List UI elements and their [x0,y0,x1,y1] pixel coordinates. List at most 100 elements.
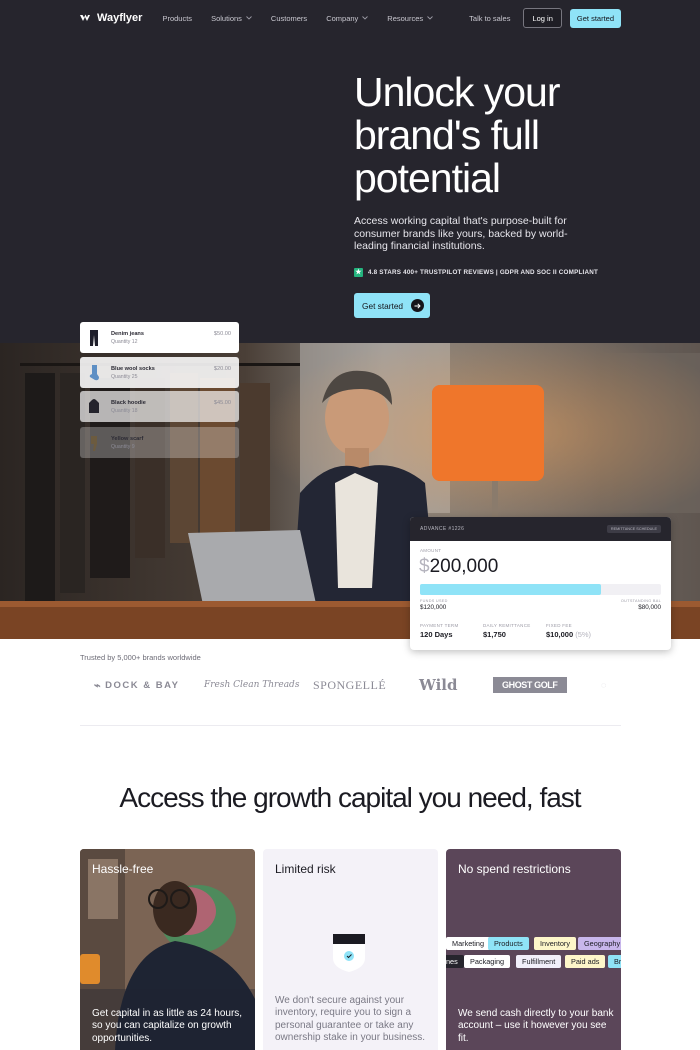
inventory-card: Blue wool socks Quantity 25 $20.00 [80,357,239,388]
advance-card-header: ADVANCE #1226 REMITTANCE SCHEDULE [410,517,671,541]
inventory-qty: Quantity 18 [111,407,138,414]
ghost-golf-logo: GHOST GOLF [493,677,567,693]
inventory-price: $50.00 [213,331,231,337]
daily-remittance-value: $1,750 [483,630,506,639]
card-body: We don't secure against your inventory, … [275,995,426,1043]
card-body: We send cash directly to your bank accou… [458,1008,614,1044]
trusted-by-text: Trusted by 5,000+ brands worldwide [80,653,201,662]
hero-headline: Unlock your brand's full potential [354,69,560,201]
login-button[interactable]: Log in [523,8,562,28]
outstanding-value: $80,000 [638,604,661,611]
shield-icon [333,934,365,972]
fixed-fee-value: $10,000 (5%) [546,630,591,639]
nav-customers-label: Customers [270,13,308,23]
spongelle-logo: SPONGELLÉ [313,677,387,692]
feature-card-no-spend-restrictions: No spend restrictions Marketing Products… [446,849,621,1050]
inventory-card: Black hoodie Quantity 18 $45.00 [80,391,239,422]
amount-label: AMOUNT [420,548,442,553]
top-nav: Wayflyer Products Solutions Customers Co… [80,8,621,28]
card-title: Hassle-free [92,862,154,876]
fixed-fee-percent: (5%) [575,630,592,639]
funds-used-value: $120,000 [420,604,447,611]
advance-card: ADVANCE #1226 REMITTANCE SCHEDULE AMOUNT… [410,517,671,650]
payment-term-label: PAYMENT TERM [420,623,459,628]
currency-symbol: $ [419,556,430,577]
hero-section: Wayflyer Products Solutions Customers Co… [0,0,700,343]
jeans-icon [90,329,98,346]
inventory-qty: Quantity 25 [111,373,138,380]
fixed-fee-label: FIXED FEE [546,623,572,628]
card-title: No spend restrictions [458,862,571,876]
fresh-clean-threads-logo: Fresh Clean Threads [204,680,300,690]
spend-tag: Inventory [534,937,577,950]
nav-solutions-label: Solutions [211,13,242,23]
brand-name: Wayflyer [97,12,143,24]
scarf-icon [91,435,97,451]
spend-tag: Geography [578,937,621,950]
section-divider [80,725,621,726]
arrow-right-icon [411,299,425,312]
dock-and-bay-text: DOCK & BAY [105,679,180,691]
nav-company-label: Company [326,13,359,23]
spend-tag: Packaging [464,955,511,968]
nav-links: Products Solutions Customers Company Res… [162,14,433,23]
spend-tag: nes [446,955,464,968]
nav-customers[interactable]: Customers [271,14,307,23]
remittance-schedule-button[interactable]: REMITTANCE SCHEDULE [606,525,661,533]
outstanding-label: OUTSTANDING BAL [620,599,661,603]
trustpilot-star-icon: ★ [354,268,363,277]
nav-solutions[interactable]: Solutions [211,14,252,23]
progress-fill [420,584,601,595]
sock-icon [89,364,99,380]
inventory-qty: Quantity 9 [111,443,135,450]
features-title: Access the growth capital you need, fast [119,782,581,813]
dock-and-bay-logo: ⌁ DOCK & BAY [94,673,179,697]
spend-tag: Marketing [446,937,491,950]
inventory-card: Yellow scarf Quantity 9 [80,427,239,458]
advance-amount: $200,000 [419,556,498,578]
funds-used-label: FUNDS USED [420,599,448,603]
spend-tag: Products [488,937,529,950]
faded-brand-logo-icon: ◌ [601,680,607,690]
spend-tag: Br [608,955,621,968]
chevron-down-icon [362,16,369,20]
nav-resources[interactable]: Resources [387,14,433,23]
nav-products[interactable]: Products [162,14,192,23]
inventory-price: $45.00 [213,400,231,406]
inventory-name: Yellow scarf [111,435,144,442]
inventory-qty: Quantity 12 [111,338,138,345]
dock-and-bay-mark-icon: ⌁ [94,679,103,692]
daily-remittance-label: DAILY REMITTANCE [483,623,531,628]
nav-actions: Talk to sales Log in Get started [469,8,621,28]
inventory-price: $20.00 [213,366,231,372]
nav-company[interactable]: Company [326,13,369,23]
nav-get-started-button[interactable]: Get started [569,8,621,28]
spend-tag: Fulfillment [516,955,562,968]
wild-logo: Wild [419,676,458,694]
trust-rating-text: 4.8 STARS 400+ TRUSTPILOT REVIEWS | GDPR… [368,269,599,276]
feature-card-hassle-free: Hassle-free Get capital in as little as … [80,849,255,1050]
payment-term-value: 120 Days [420,630,453,639]
inventory-name: Denim jeans [111,330,144,337]
brand-logos: ⌁ DOCK & BAY Fresh Clean Threads SPONGELL… [94,673,621,697]
feature-card-limited-risk: Limited risk We don't secure against you… [263,849,438,1050]
inventory-name: Blue wool socks [111,365,155,372]
brand-logo[interactable]: Wayflyer [80,12,142,24]
nav-resources-label: Resources [387,13,424,23]
card-title: Limited risk [275,862,336,876]
trust-rating: ★ 4.8 STARS 400+ TRUSTPILOT REVIEWS | GD… [354,268,598,277]
wayflyer-logo-icon [80,14,90,21]
hero-subtext: Access working capital that's purpose-bu… [354,215,568,252]
nav-products-label: Products [162,13,193,23]
hero-get-started-button[interactable]: Get started [354,293,430,318]
inventory-card: Denim jeans Quantity 12 $50.00 [80,322,239,353]
hero-cta-label: Get started [362,300,404,311]
talk-to-sales-link[interactable]: Talk to sales [469,14,510,23]
card-body: Get capital in as little as 24 hours, so… [92,1008,243,1044]
advance-progress-bar [420,584,661,595]
fixed-fee-amount: $10,000 [546,630,574,639]
hoodie-icon [89,398,99,413]
chevron-down-icon [427,16,433,20]
spend-tag: Paid ads [565,955,606,968]
inventory-name: Black hoodie [111,399,146,406]
